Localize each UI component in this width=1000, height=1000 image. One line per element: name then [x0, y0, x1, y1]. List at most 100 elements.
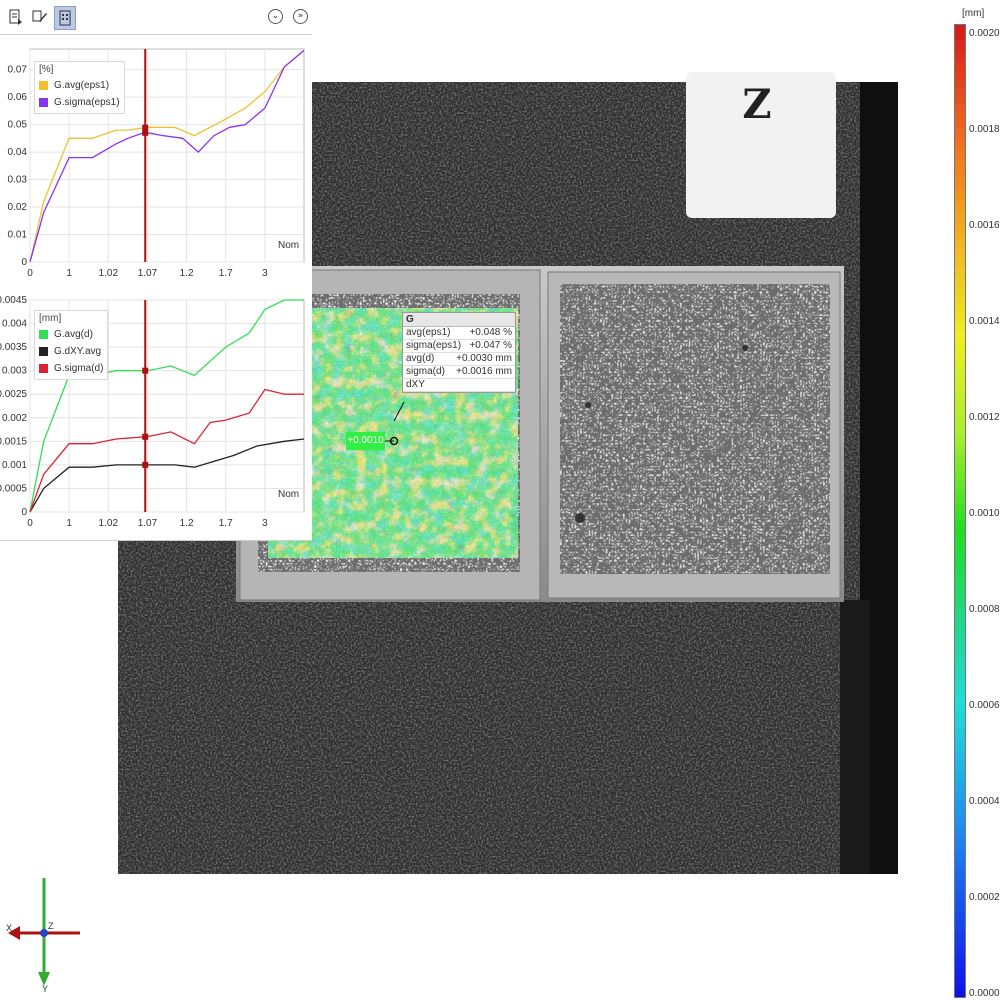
y-tick-label: 0.001 — [2, 460, 27, 471]
info-label: avg(eps1) — [406, 327, 451, 338]
x-tick-label: 1.2 — [180, 518, 194, 529]
strain-chart-legend: [%] G.avg(eps1) G.sigma(eps1) — [34, 61, 125, 114]
info-row: sigma(eps1) +0.047 % — [403, 340, 515, 353]
color-scale-tick-label: 0.0006 — [969, 700, 1000, 711]
y-tick-label: 0.0045 — [0, 295, 27, 306]
legend-swatch — [39, 347, 48, 356]
x-tick-label: 0 — [27, 268, 33, 279]
displacement-chart-unit: [mm] — [39, 313, 62, 324]
info-label: avg(d) — [406, 353, 435, 364]
x-tick-label: 1.7 — [219, 518, 233, 529]
chart-view-icon[interactable] — [54, 6, 76, 30]
y-tick-label: 0.01 — [8, 230, 28, 241]
cursor-marker — [142, 124, 149, 131]
x-tick-label: 1.07 — [138, 268, 158, 279]
info-label: dXY — [406, 379, 425, 390]
legend-label: G.avg(d) — [54, 329, 93, 340]
export-icon[interactable] — [6, 6, 26, 28]
info-row: dXY — [403, 379, 515, 392]
legend-swatch — [39, 330, 48, 339]
color-scale-tick-label: 0.0002 — [969, 892, 1000, 903]
color-scale-tick-label: 0.0004 — [969, 796, 1000, 807]
legend-item[interactable]: G.dXY.avg — [39, 343, 103, 360]
legend-label: G.dXY.avg — [54, 346, 102, 357]
color-scale-tick-label: 0.0016 — [969, 220, 1000, 231]
y-tick-label: 0.04 — [8, 147, 28, 158]
info-row: avg(d) +0.0030 mm — [403, 353, 515, 366]
x-tick-label: 3 — [262, 518, 268, 529]
color-scale-tick-label: 0.0008 — [969, 604, 1000, 615]
strain-chart-panel: 0 0.01 0.02 0.03 0.04 0.05 0.06 0.07 0 1 1.02 1.07 1… — [0, 35, 312, 290]
cursor-marker — [142, 129, 149, 136]
y-tick-label: 0.03 — [8, 175, 28, 186]
legend-label: G.sigma(eps1) — [54, 97, 120, 108]
y-tick-label: 0.0025 — [0, 389, 27, 400]
color-scale-unit: [mm] — [962, 8, 985, 19]
point-value-label[interactable]: +0.0010 — [346, 432, 385, 450]
legend-item[interactable]: G.sigma(eps1) — [39, 94, 120, 111]
y-tick-label: 0.0035 — [0, 342, 27, 353]
cursor-marker — [142, 461, 149, 468]
color-scale-bar — [954, 24, 966, 998]
displacement-chart-legend: [mm] G.avg(d) G.dXY.avg G.sigma(d) — [34, 310, 109, 380]
displacement-chart-panel: 0 0.0005 0.001 0.0015 0.002 0.0025 0.003 0.0035… — [0, 290, 312, 541]
color-scale-tick-label: 0.0018 — [969, 124, 1000, 135]
x-tick-label: 1.02 — [99, 268, 119, 279]
info-value: +0.047 % — [469, 340, 512, 351]
y-tick-label: 0.004 — [2, 319, 27, 330]
color-scale-tick-label: 0.0020 — [969, 28, 1000, 39]
x-tick-label: 1 — [66, 518, 72, 529]
legend-item[interactable]: G.avg(eps1) — [39, 77, 120, 94]
x-tick-label: 1 — [66, 268, 72, 279]
y-tick-label: 0 — [21, 507, 27, 518]
color-scale-tick-label: 0.0012 — [969, 412, 1000, 423]
legend-item[interactable]: G.avg(d) — [39, 326, 103, 343]
info-box-title: G — [403, 313, 515, 327]
y-tick-label: 0.0015 — [0, 436, 27, 447]
legend-item[interactable]: G.sigma(d) — [39, 360, 103, 377]
y-tick-label: 0 — [21, 257, 27, 268]
legend-swatch — [39, 98, 48, 107]
info-value: +0.0016 mm — [456, 366, 512, 377]
y-tick-label: 0.05 — [8, 120, 28, 131]
coordinate-axes: X Z Y — [6, 878, 80, 994]
y-tick-label: 0.0005 — [0, 483, 27, 494]
strain-chart-xlabel: Nom — [278, 240, 300, 251]
cursor-marker — [142, 367, 149, 374]
y-tick-label: 0.07 — [8, 65, 28, 76]
color-scale-tick-label: 0.0014 — [969, 316, 1000, 327]
x-tick-label: 1.07 — [138, 518, 158, 529]
legend-label: G.sigma(d) — [54, 363, 104, 374]
info-row: sigma(d) +0.0016 mm — [403, 366, 515, 379]
y-tick-label: 0.06 — [8, 92, 28, 103]
displacement-chart-xlabel: Nom — [278, 489, 300, 500]
color-scale-tick-label: 0.0000 — [969, 988, 1000, 999]
info-value: +0.0030 mm — [456, 353, 512, 364]
x-tick-label: 1.7 — [219, 268, 233, 279]
x-tick-label: 1.2 — [180, 268, 194, 279]
chart-toolbar: ⌄ » — [0, 0, 312, 35]
axis-z-label: Z — [48, 921, 54, 931]
axis-y-label: Y — [42, 984, 48, 994]
axis-x-label: X — [6, 923, 12, 933]
x-tick-label: 3 — [262, 268, 268, 279]
measurement-info-box[interactable]: G avg(eps1) +0.048 % sigma(eps1) +0.047 % … — [402, 312, 516, 393]
expand-icon[interactable]: » — [293, 9, 308, 24]
info-label: sigma(eps1) — [406, 340, 462, 351]
collapse-icon[interactable]: ⌄ — [268, 9, 283, 24]
x-tick-label: 1.02 — [99, 518, 119, 529]
info-label: sigma(d) — [406, 366, 445, 377]
y-tick-label: 0.002 — [2, 413, 27, 424]
specimen-label: Z — [742, 81, 771, 128]
info-row: avg(eps1) +0.048 % — [403, 327, 515, 340]
color-scale-tick-label: 0.0010 — [969, 508, 1000, 519]
legend-label: G.avg(eps1) — [54, 80, 110, 91]
y-tick-label: 0.003 — [2, 366, 27, 377]
legend-swatch — [39, 81, 48, 90]
strain-chart-unit: [%] — [39, 64, 54, 75]
cursor-marker — [142, 433, 149, 440]
info-value: +0.048 % — [469, 327, 512, 338]
legend-swatch — [39, 364, 48, 373]
edit-icon[interactable] — [30, 6, 50, 28]
y-tick-label: 0.02 — [8, 202, 28, 213]
